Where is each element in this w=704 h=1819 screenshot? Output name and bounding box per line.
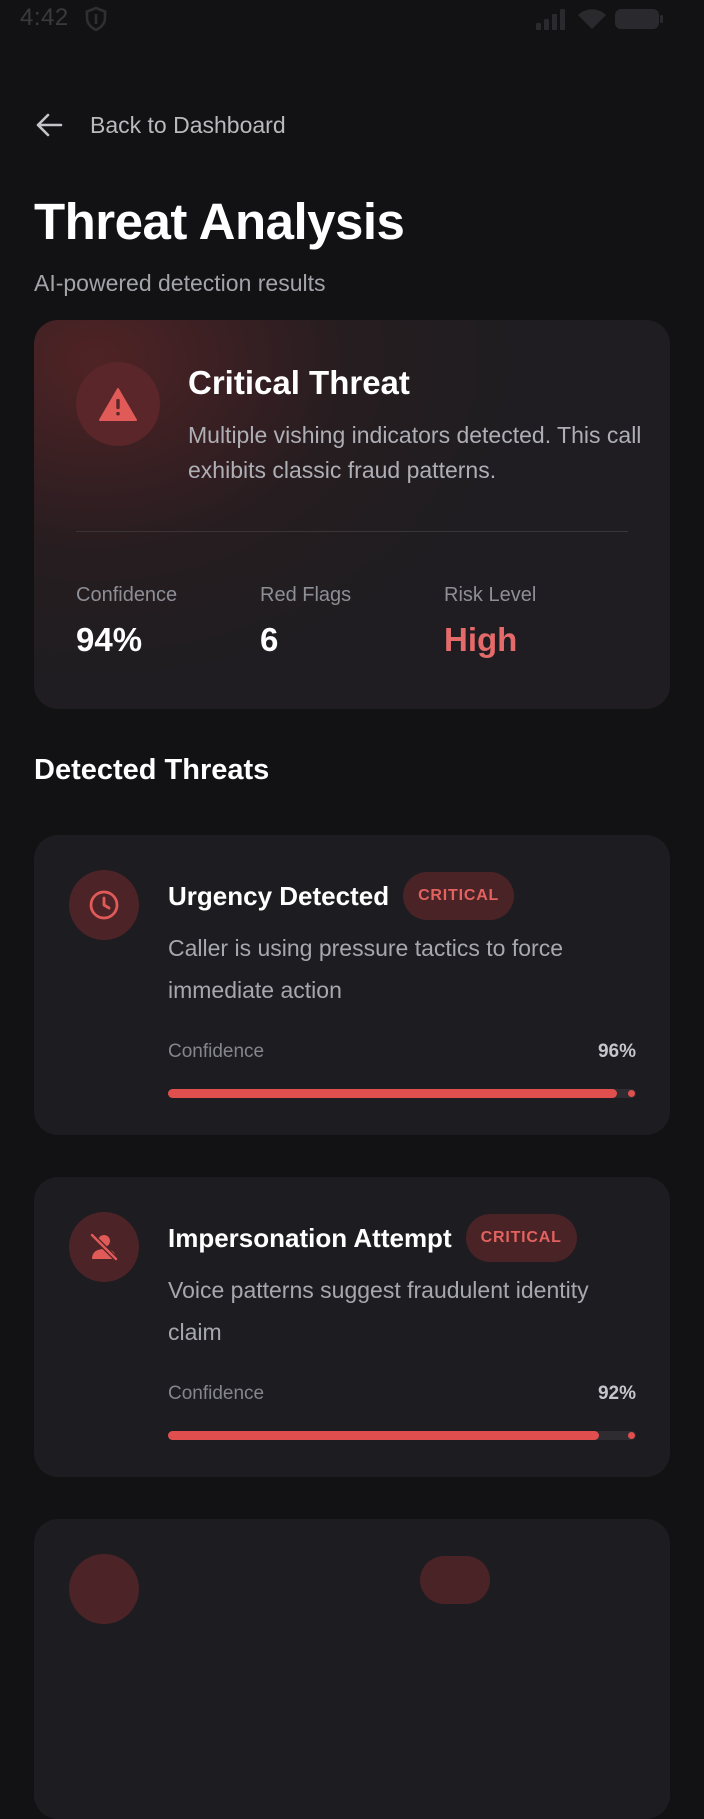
threat-card-urgency[interactable]: Urgency Detected CRITICAL Caller is usin… bbox=[34, 835, 670, 1135]
stat-risk-level: Risk Level High bbox=[444, 584, 536, 659]
confidence-bar bbox=[168, 1089, 636, 1098]
threat-icon-badge bbox=[69, 1554, 139, 1624]
summary-title: Critical Threat bbox=[188, 364, 410, 401]
stat-value: High bbox=[444, 621, 518, 658]
stat-confidence: Confidence 94% bbox=[76, 584, 177, 659]
wifi-icon bbox=[578, 9, 606, 29]
stat-value: 94% bbox=[76, 621, 143, 658]
arrow-left-icon bbox=[36, 113, 63, 137]
section-title: Detected Threats bbox=[34, 754, 270, 786]
threat-description: Voice patterns suggest fraudulent identi… bbox=[168, 1277, 589, 1345]
confidence-value: 96% bbox=[597, 1041, 636, 1062]
back-to-dashboard-link[interactable]: Back to Dashboard bbox=[34, 106, 286, 144]
severity-badge: CRITICAL bbox=[465, 1214, 577, 1262]
threat-icon-badge bbox=[69, 1212, 139, 1282]
page-title: Threat Analysis bbox=[34, 193, 405, 250]
threat-card-impersonation[interactable]: Impersonation Attempt CRITICAL Voice pat… bbox=[34, 1177, 670, 1477]
back-label: Back to Dashboard bbox=[90, 111, 286, 138]
confidence-bar-fill bbox=[168, 1431, 599, 1440]
threat-header: Impersonation Attempt CRITICAL bbox=[168, 1213, 577, 1263]
threat-description: Caller is using pressure tactics to forc… bbox=[168, 935, 563, 1003]
threat-icon-badge bbox=[69, 870, 139, 940]
severity-badge: CRITICAL bbox=[403, 872, 515, 920]
battery-icon bbox=[615, 9, 663, 29]
status-time: 4:42 bbox=[20, 4, 69, 31]
confidence-bar-end-dot bbox=[628, 1090, 635, 1097]
stat-value: 6 bbox=[260, 621, 279, 658]
shield-icon bbox=[85, 6, 107, 32]
clock-icon bbox=[89, 890, 119, 920]
divider bbox=[76, 531, 628, 532]
confidence-bar bbox=[168, 1431, 636, 1440]
warning-triangle-icon bbox=[99, 388, 137, 421]
threat-title: Impersonation Attempt bbox=[168, 1222, 452, 1253]
signal-icon bbox=[536, 9, 565, 30]
confidence-bar-end-dot bbox=[628, 1432, 635, 1439]
status-bar: 4:42 bbox=[0, 0, 704, 40]
stat-label: Risk Level bbox=[444, 584, 537, 606]
confidence-label: Confidence bbox=[168, 1041, 265, 1062]
threat-card-partial[interactable] bbox=[34, 1519, 670, 1819]
confidence-label: Confidence bbox=[168, 1383, 265, 1404]
stat-red-flags: Red Flags 6 bbox=[260, 584, 351, 659]
severity-badge bbox=[420, 1556, 490, 1604]
confidence-bar-fill bbox=[168, 1089, 617, 1098]
page-subtitle: AI-powered detection results bbox=[34, 270, 326, 296]
user-off-icon bbox=[89, 1232, 119, 1262]
stat-label: Confidence bbox=[76, 584, 178, 606]
stat-label: Red Flags bbox=[260, 584, 352, 606]
summary-description: Multiple vishing indicators detected. Th… bbox=[188, 422, 642, 483]
threat-summary-card: Critical Threat Multiple vishing indicat… bbox=[34, 320, 670, 709]
threat-header bbox=[168, 1555, 490, 1605]
confidence-value: 92% bbox=[597, 1383, 636, 1404]
warning-icon-badge bbox=[76, 362, 160, 446]
threat-title: Urgency Detected bbox=[168, 880, 390, 911]
threat-header: Urgency Detected CRITICAL bbox=[168, 871, 515, 921]
